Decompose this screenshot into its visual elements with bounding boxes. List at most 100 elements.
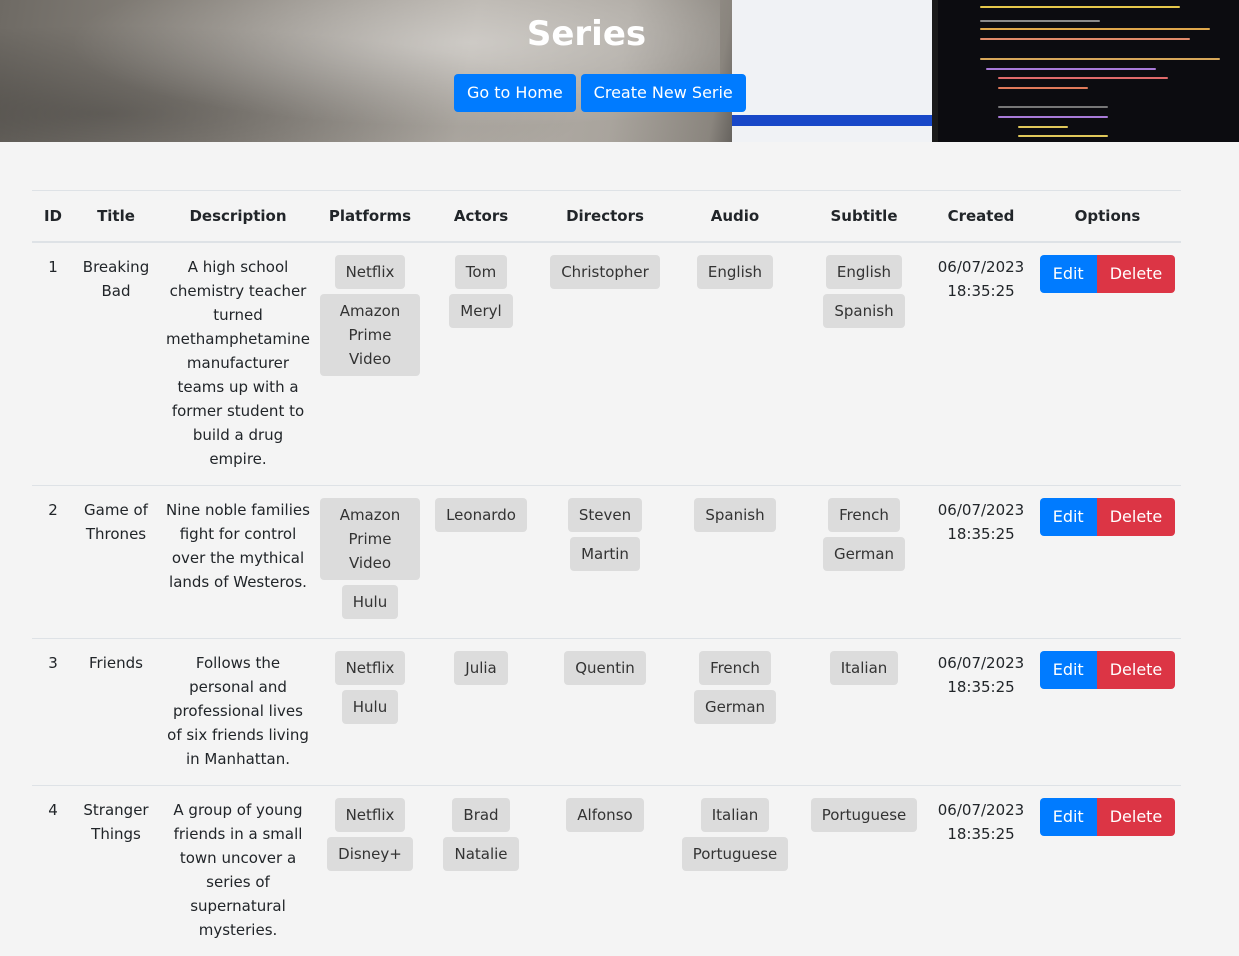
column-header-description: Description — [158, 191, 318, 243]
page-title: Series — [0, 14, 1173, 54]
tag-badge: Quentin — [564, 651, 646, 685]
cell-subtitle-list: Portuguese — [802, 798, 926, 837]
cell-directors-list: Steven Martin — [542, 498, 668, 576]
cell-subtitle: EnglishSpanish — [800, 242, 928, 486]
cell-actors: Julia — [422, 639, 540, 786]
cell-directors-list: Alfonso — [542, 798, 668, 837]
tag-badge: Spanish — [694, 498, 775, 532]
cell-options: EditDelete — [1034, 639, 1181, 786]
edit-button[interactable]: Edit — [1040, 498, 1097, 536]
cell-subtitle-list: Italian — [802, 651, 926, 690]
tag-badge: Italian — [830, 651, 899, 685]
tag-badge: Julia — [454, 651, 507, 685]
delete-button[interactable]: Delete — [1097, 255, 1176, 293]
header-actions: Go to Home Create New Serie — [454, 74, 746, 112]
cell-actors: TomMeryl — [422, 242, 540, 486]
cell-platforms-list: NetflixAmazon Prime Video — [320, 255, 420, 381]
cell-platforms-list: NetflixHulu — [320, 651, 420, 729]
tag-badge: Steven — [568, 498, 642, 532]
cell-directors-list: Quentin — [542, 651, 668, 690]
series-table-container: IDTitleDescriptionPlatformsActorsDirecto… — [32, 190, 1181, 956]
cell-title: Friends — [74, 639, 158, 786]
cell-subtitle-list: FrenchGerman — [802, 498, 926, 576]
cell-directors: Steven Martin — [540, 486, 670, 639]
cell-actors-list: Julia — [424, 651, 538, 690]
tag-badge: Natalie — [443, 837, 518, 871]
created-time: 18:35:25 — [930, 522, 1032, 546]
tag-badge: Amazon Prime Video — [320, 294, 420, 376]
table-header-row: IDTitleDescriptionPlatformsActorsDirecto… — [32, 191, 1181, 243]
tag-badge: Brad — [452, 798, 509, 832]
column-header-id: ID — [32, 191, 74, 243]
tag-badge: Amazon Prime Video — [320, 498, 420, 580]
cell-platforms: NetflixHulu — [318, 639, 422, 786]
tag-badge: French — [699, 651, 771, 685]
cell-actors-list: TomMeryl — [424, 255, 538, 333]
cell-directors: Alfonso — [540, 786, 670, 956]
cell-audio: English — [670, 242, 800, 486]
table-body: 1Breaking BadA high school chemistry tea… — [32, 242, 1181, 956]
created-time: 18:35:25 — [930, 822, 1032, 846]
created-time: 18:35:25 — [930, 675, 1032, 699]
cell-directors-list: Christopher — [542, 255, 668, 294]
row-actions: EditDelete — [1036, 798, 1179, 836]
edit-button[interactable]: Edit — [1040, 255, 1097, 293]
tag-badge: Netflix — [335, 798, 406, 832]
tag-badge: Hulu — [342, 585, 398, 619]
column-header-actors: Actors — [422, 191, 540, 243]
column-header-platforms: Platforms — [318, 191, 422, 243]
hero-banner: Series Go to Home Create New Serie — [0, 0, 1239, 142]
edit-button[interactable]: Edit — [1040, 651, 1097, 689]
created-date: 06/07/2023 — [930, 498, 1032, 522]
tag-badge: French — [828, 498, 900, 532]
delete-button[interactable]: Delete — [1097, 798, 1176, 836]
column-header-subtitle: Subtitle — [800, 191, 928, 243]
tag-badge: Christopher — [550, 255, 660, 289]
tag-badge: Disney+ — [327, 837, 413, 871]
cell-id: 3 — [32, 639, 74, 786]
cell-title: Stranger Things — [74, 786, 158, 956]
tag-badge: Netflix — [335, 651, 406, 685]
table-row: 4Stranger ThingsA group of young friends… — [32, 786, 1181, 956]
tag-badge: Meryl — [449, 294, 512, 328]
cell-id: 2 — [32, 486, 74, 639]
cell-created: 06/07/202318:35:25 — [928, 639, 1034, 786]
cell-platforms-list: Netflix Disney+ — [320, 798, 420, 876]
created-date: 06/07/2023 — [930, 255, 1032, 279]
cell-subtitle: Italian — [800, 639, 928, 786]
cell-actors-list: Brad Natalie — [424, 798, 538, 876]
cell-created: 06/07/202318:35:25 — [928, 486, 1034, 639]
cell-platforms: Netflix Disney+ — [318, 786, 422, 956]
go-home-button[interactable]: Go to Home — [454, 74, 576, 112]
delete-button[interactable]: Delete — [1097, 498, 1176, 536]
cell-subtitle-list: EnglishSpanish — [802, 255, 926, 333]
column-header-audio: Audio — [670, 191, 800, 243]
column-header-options: Options — [1034, 191, 1181, 243]
cell-created: 06/07/202318:35:25 — [928, 786, 1034, 956]
cell-actors-list: Leonardo — [424, 498, 538, 537]
created-date: 06/07/2023 — [930, 798, 1032, 822]
table-row: 1Breaking BadA high school chemistry tea… — [32, 242, 1181, 486]
tag-badge: Spanish — [823, 294, 904, 328]
tag-badge: Italian — [701, 798, 770, 832]
row-actions: EditDelete — [1036, 498, 1179, 536]
tag-badge: Martin — [570, 537, 640, 571]
create-serie-button[interactable]: Create New Serie — [581, 74, 746, 112]
cell-subtitle: Portuguese — [800, 786, 928, 956]
cell-id: 4 — [32, 786, 74, 956]
tag-badge: Portuguese — [682, 837, 789, 871]
cell-description: Follows the personal and professional li… — [158, 639, 318, 786]
cell-platforms: NetflixAmazon Prime Video — [318, 242, 422, 486]
cell-directors: Christopher — [540, 242, 670, 486]
cell-audio: Italian Portuguese — [670, 786, 800, 956]
delete-button[interactable]: Delete — [1097, 651, 1176, 689]
edit-button[interactable]: Edit — [1040, 798, 1097, 836]
hero-tree-selection — [732, 115, 932, 126]
cell-title: Game of Thrones — [74, 486, 158, 639]
cell-platforms-list: Amazon Prime Video Hulu — [320, 498, 420, 624]
cell-actors: Leonardo — [422, 486, 540, 639]
column-header-created: Created — [928, 191, 1034, 243]
cell-description: Nine noble families fight for control ov… — [158, 486, 318, 639]
row-actions: EditDelete — [1036, 255, 1179, 293]
cell-audio: FrenchGerman — [670, 639, 800, 786]
